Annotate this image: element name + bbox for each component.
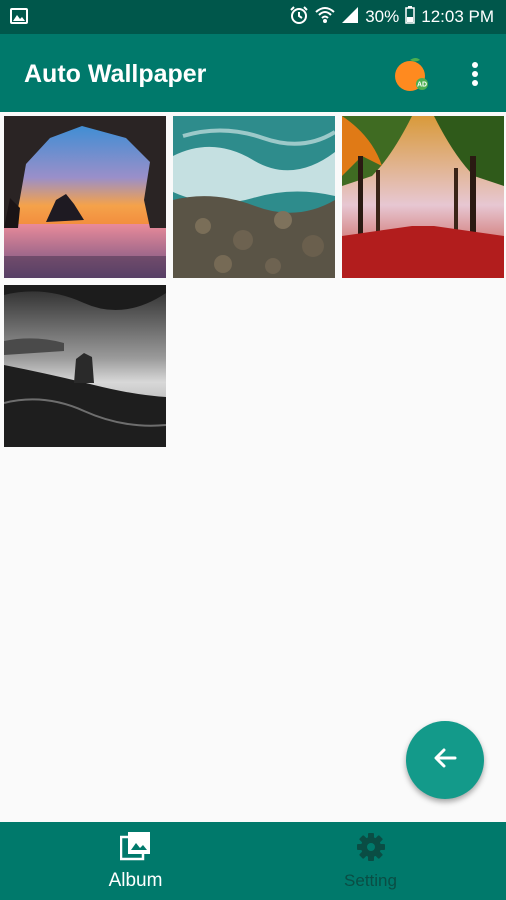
svg-text:AD: AD: [417, 82, 427, 89]
wallpaper-thumbnail-sea-cave[interactable]: [4, 116, 166, 278]
more-vert-icon[interactable]: [464, 58, 486, 90]
signal-icon: [341, 6, 359, 29]
wallpaper-thumbnail-aerial-ocean[interactable]: [173, 116, 335, 278]
bottom-navigation: Album Setting: [0, 822, 506, 900]
nav-album[interactable]: Album: [9, 822, 262, 900]
photo-library-icon: [119, 831, 152, 866]
wallpaper-thumbnail-autumn-path[interactable]: [342, 116, 504, 278]
wallpaper-thumbnail-sea-stack[interactable]: [4, 285, 166, 447]
app-title: Auto Wallpaper: [24, 60, 207, 88]
nav-setting[interactable]: Setting: [244, 822, 497, 900]
battery-icon: [405, 5, 415, 29]
back-fab[interactable]: [406, 721, 484, 799]
app-bar: Auto Wallpaper AD: [0, 34, 506, 112]
alarm-icon: [289, 5, 309, 30]
wifi-icon: [315, 6, 335, 29]
status-bar: 30% 12:03 PM: [0, 0, 506, 34]
nav-album-label: Album: [108, 869, 163, 891]
nav-setting-label: Setting: [344, 870, 397, 890]
gallery-icon: [10, 8, 28, 29]
battery-text: 30%: [365, 7, 400, 26]
gear-icon: [356, 832, 386, 867]
arrow-back-icon: [431, 744, 459, 777]
orange-ad-icon[interactable]: AD: [392, 54, 432, 94]
status-time: 12:03 PM: [421, 7, 494, 26]
